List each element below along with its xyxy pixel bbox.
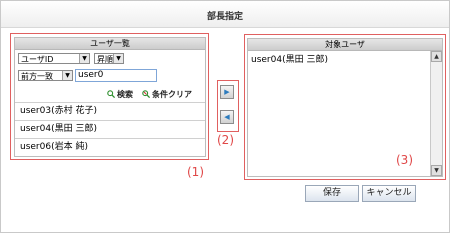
- arrow-left-icon: ◀: [224, 113, 230, 121]
- arrow-right-icon: ▶: [224, 88, 230, 96]
- user-list-item[interactable]: user03(赤村 花子): [15, 102, 205, 119]
- user-list-panel: ユーザ一覧 ユーザID ▼ 昇順 ▼ 前方一致 ▼ user0 検索 条件クリア…: [14, 37, 206, 157]
- annotation-label-2: (2): [217, 133, 234, 147]
- sort-field-value: ユーザID: [21, 55, 54, 64]
- match-mode-select[interactable]: 前方一致 ▼: [18, 70, 73, 81]
- match-mode-value: 前方一致: [21, 72, 53, 81]
- chevron-down-icon: ▼: [113, 54, 123, 63]
- remove-user-button[interactable]: ◀: [220, 110, 234, 124]
- cancel-button[interactable]: キャンセル: [362, 185, 416, 202]
- target-list-scrollbar[interactable]: ▲ ▼: [430, 51, 442, 176]
- chevron-down-icon: ▼: [79, 54, 89, 63]
- search-input[interactable]: user0: [75, 69, 157, 82]
- user-list-item-label: user04(黒田 三郎): [20, 124, 97, 134]
- sort-field-select[interactable]: ユーザID ▼: [18, 53, 90, 64]
- user-list-item-label: user06(岩本 純): [20, 142, 88, 152]
- target-user-item[interactable]: user04(黒田 三郎): [251, 52, 328, 65]
- sort-order-select[interactable]: 昇順 ▼: [94, 53, 124, 64]
- add-user-button[interactable]: ▶: [220, 85, 234, 99]
- title-bar: 部長指定: [1, 1, 449, 28]
- target-user-header: 対象ユーザ: [248, 39, 442, 51]
- scroll-down-icon[interactable]: ▼: [431, 165, 442, 176]
- user-list-item-label: user03(赤村 花子): [20, 106, 97, 116]
- dialog-title: 部長指定: [206, 12, 243, 22]
- annotation-label-3: (3): [396, 153, 413, 167]
- annotation-label-1: (1): [187, 165, 204, 179]
- magnifier-clear-icon[interactable]: [142, 90, 150, 98]
- sort-order-value: 昇順: [97, 55, 113, 64]
- target-user-panel: 対象ユーザ user04(黒田 三郎) ▲ ▼: [247, 38, 443, 177]
- user-list-item[interactable]: user04(黒田 三郎): [15, 120, 205, 137]
- clear-conditions-button[interactable]: 条件クリア: [152, 89, 192, 100]
- user-list-item[interactable]: user06(岩本 純): [15, 138, 205, 155]
- save-button[interactable]: 保存: [305, 185, 359, 202]
- chevron-down-icon: ▼: [62, 71, 72, 80]
- scroll-up-icon[interactable]: ▲: [431, 51, 442, 62]
- search-button[interactable]: 検索: [117, 89, 133, 100]
- magnifier-icon[interactable]: [107, 90, 115, 98]
- target-user-item-label: user04(黒田 三郎): [251, 55, 328, 65]
- user-list-header: ユーザ一覧: [15, 38, 205, 50]
- search-input-value: user0: [78, 70, 104, 80]
